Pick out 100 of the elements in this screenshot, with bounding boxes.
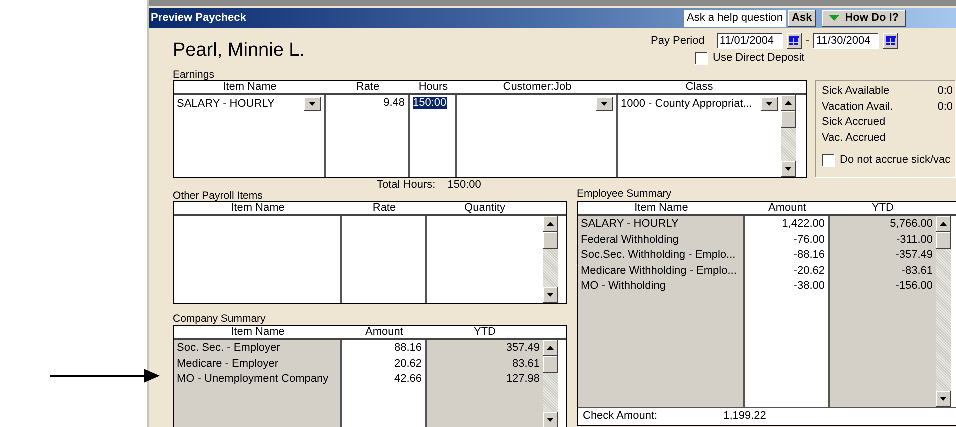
date-field[interactable]: 11/01/2004 xyxy=(716,33,783,49)
column-header: Rate xyxy=(355,81,381,93)
column-header: Item Name xyxy=(230,326,286,338)
help-question-field[interactable]: Ask a help question xyxy=(684,10,786,26)
table-cell-text: 127.98 xyxy=(505,372,540,387)
scrollbar-thumb[interactable] xyxy=(781,111,796,128)
accrual-label: Sick Available xyxy=(822,84,890,99)
column-header: Hours xyxy=(418,81,450,93)
column-header: YTD xyxy=(473,326,497,338)
accrual-value: 0:0 xyxy=(938,84,953,99)
table-cell-text: 357.49 xyxy=(505,341,540,356)
table-cell-text: Soc.Sec. Withholding - Emplo... xyxy=(581,248,737,263)
table-cell-text: -311.00 xyxy=(896,232,933,248)
section-label: Employee Summary xyxy=(577,189,673,201)
scroll-down-button[interactable] xyxy=(936,391,951,407)
scrollbar-thumb[interactable] xyxy=(543,356,558,373)
section-label: Company Summary xyxy=(173,314,267,325)
scroll-up-button[interactable] xyxy=(543,340,558,356)
caret-icon xyxy=(766,102,773,106)
up-caret-icon xyxy=(940,222,947,226)
caret-icon xyxy=(940,397,947,401)
table-cell-text: -83.61 xyxy=(900,264,933,278)
table-cell-text: 20.62 xyxy=(393,356,422,372)
scrollbar[interactable] xyxy=(781,95,796,177)
column-header: Amount xyxy=(768,202,808,214)
accrual-label: Vac. Accrued xyxy=(822,130,886,146)
scroll-down-button[interactable] xyxy=(781,161,796,177)
table-cell-text: 5,766.00 xyxy=(889,217,933,232)
up-caret-icon xyxy=(547,222,554,226)
scroll-up-button[interactable] xyxy=(936,216,951,232)
date-field[interactable]: 11/30/2004 xyxy=(813,33,880,49)
column-header: Class xyxy=(684,81,714,93)
scrollbar-thumb[interactable] xyxy=(543,232,558,249)
total-hours-label: Total Hours: xyxy=(377,179,436,191)
section-label: Earnings xyxy=(173,70,216,80)
accrual-value: 0:0 xyxy=(938,100,953,114)
scrollbar[interactable] xyxy=(936,216,951,407)
caret-icon xyxy=(601,102,608,106)
table-cell-text: Federal Withholding xyxy=(581,232,680,248)
calendar-button[interactable] xyxy=(786,33,802,49)
column-header: Item Name xyxy=(222,81,278,93)
scrollbar-thumb[interactable] xyxy=(936,232,951,249)
table-cell-text: 88.16 xyxy=(393,341,422,356)
section-label: Other Payroll Items xyxy=(173,191,264,201)
window-title: Preview Paycheck xyxy=(150,10,246,26)
total-hours-value: 150:00 xyxy=(448,179,482,191)
column-header: YTD xyxy=(871,202,895,214)
column-header: Item Name xyxy=(634,202,690,214)
table-cell-text: Soc. Sec. - Employer xyxy=(177,341,282,356)
table-cell-text: 1,422.00 xyxy=(781,217,825,232)
table-cell-text: SALARY - HOURLY xyxy=(177,96,275,112)
scroll-up-button[interactable] xyxy=(781,95,796,111)
dropdown-button[interactable] xyxy=(596,96,613,111)
date-separator: - xyxy=(806,34,810,49)
how-do-i-button[interactable]: How Do I? xyxy=(822,10,906,26)
caret-icon xyxy=(547,293,554,297)
scroll-down-button[interactable] xyxy=(543,412,558,427)
up-caret-icon xyxy=(785,101,792,105)
pay-period-label: Pay Period xyxy=(651,34,705,49)
checkbox-label: Use Direct Deposit xyxy=(713,51,805,66)
column-header: Rate xyxy=(372,202,398,214)
scrollbar[interactable] xyxy=(543,216,558,303)
table-cell-text: -76.00 xyxy=(792,232,825,248)
triangle-icon xyxy=(829,15,840,21)
caret-icon xyxy=(785,167,792,171)
scrollbar[interactable] xyxy=(543,340,558,427)
checkbox[interactable] xyxy=(822,154,835,167)
dropdown-button[interactable] xyxy=(304,96,321,111)
table-cell-text: -357.49 xyxy=(894,248,933,263)
accrual-label: Vacation Avail. xyxy=(822,100,894,114)
dropdown-button[interactable] xyxy=(761,96,778,111)
column-header: Quantity xyxy=(464,202,506,214)
ask-button[interactable]: Ask xyxy=(788,10,816,26)
check-amount-label: Check Amount: xyxy=(583,409,658,424)
table-cell-text: SALARY - HOURLY xyxy=(581,217,680,232)
calendar-button[interactable] xyxy=(883,33,898,49)
table-cell-text: Medicare Withholding - Emplo... xyxy=(581,264,738,278)
check-amount-value: 1,199.22 xyxy=(724,409,766,424)
calendar-icon xyxy=(789,36,800,46)
table-cell-text: MO - Withholding xyxy=(581,279,667,294)
scroll-up-button[interactable] xyxy=(543,216,558,232)
caret-icon xyxy=(547,418,554,422)
table-cell-text: Medicare - Employer xyxy=(177,356,280,372)
table-cell-text: 9.48 xyxy=(382,96,405,111)
calendar-icon xyxy=(886,36,896,46)
table-cell-text: -88.16 xyxy=(792,248,825,263)
table-cell-text: 42.66 xyxy=(393,372,422,387)
table-cell-text: -20.62 xyxy=(792,264,825,278)
up-caret-icon xyxy=(547,346,554,350)
table-cell-text: -38.00 xyxy=(792,279,825,294)
table-cell-text: 1000 - County Appropriat... xyxy=(621,96,752,112)
scroll-down-button[interactable] xyxy=(543,287,558,303)
checkbox[interactable] xyxy=(695,52,708,65)
table-cell[interactable]: 150:00 xyxy=(413,97,447,109)
accrual-label: Sick Accrued xyxy=(822,115,886,130)
column-header: Customer:Job xyxy=(502,81,573,93)
caret-icon xyxy=(309,102,316,106)
column-header: Item Name xyxy=(230,202,286,214)
table-cell-text: MO - Unemployment Company xyxy=(177,372,330,387)
table-cell-text: 83.61 xyxy=(511,356,540,372)
